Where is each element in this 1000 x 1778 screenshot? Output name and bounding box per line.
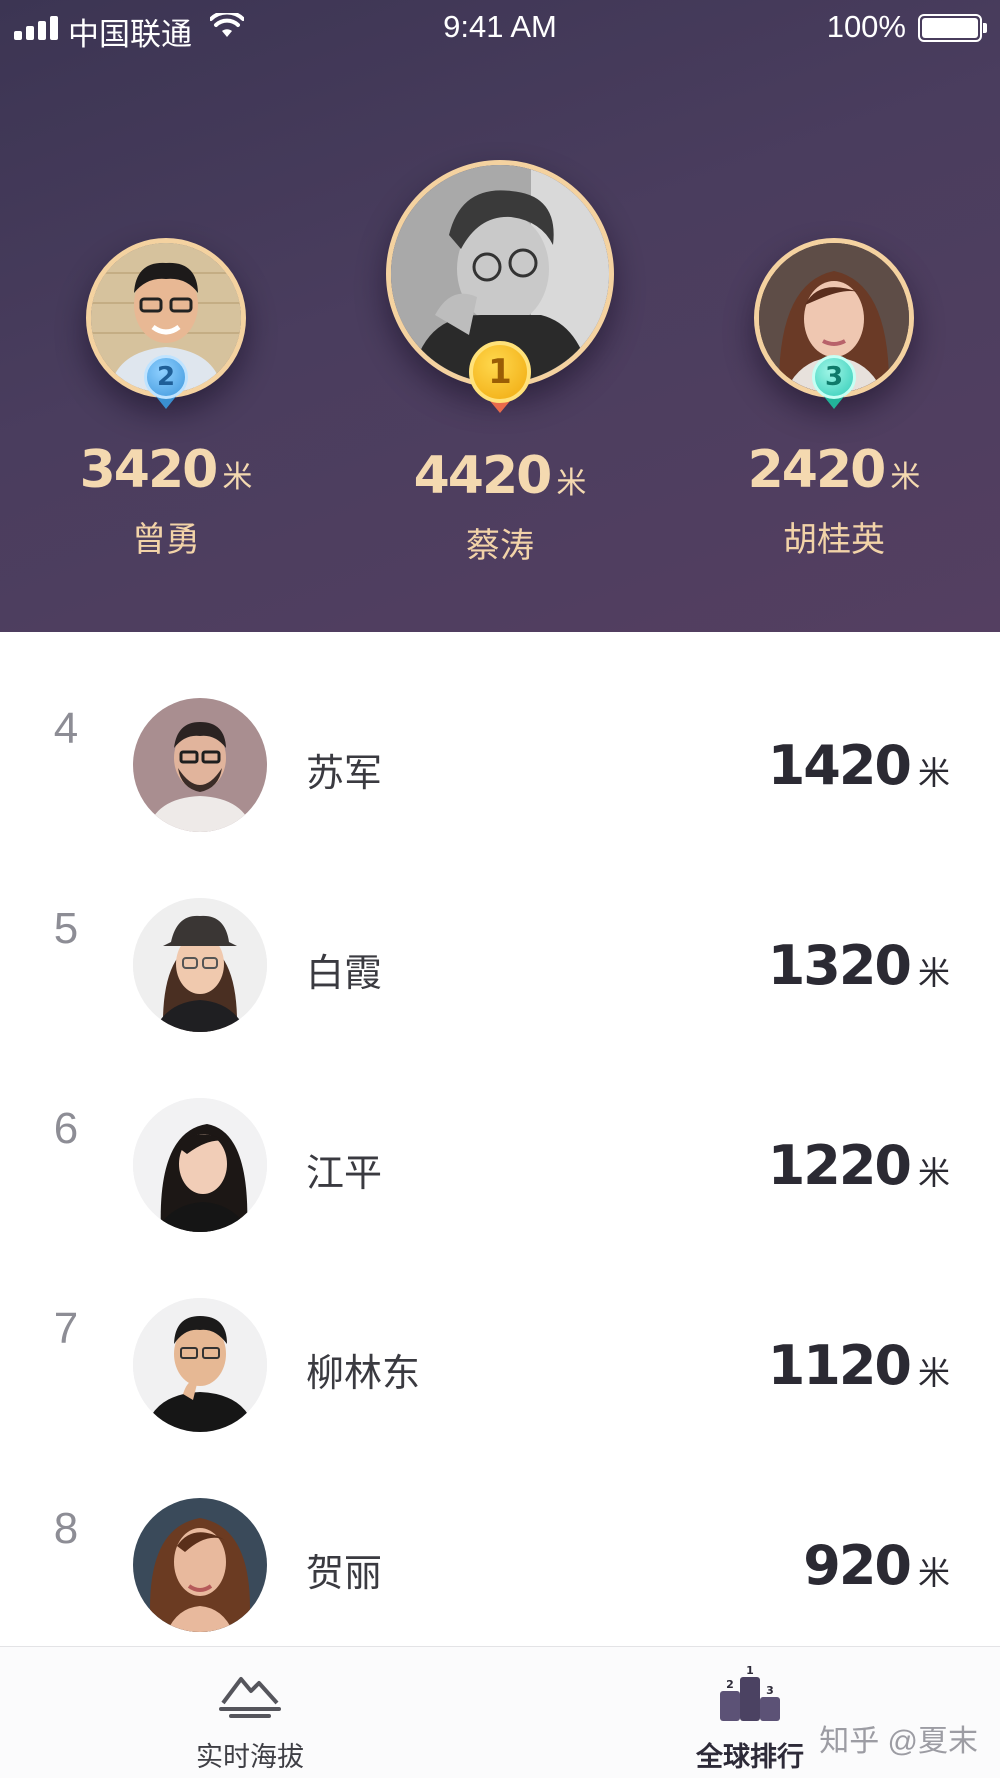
list-item[interactable]: 6 江平 1220 米 xyxy=(0,1032,1000,1232)
battery-icon xyxy=(918,14,987,42)
avatar xyxy=(133,1298,267,1432)
avatar: 1 xyxy=(386,160,614,413)
list-item[interactable]: 4 苏军 1420 米 xyxy=(0,632,1000,832)
list-item[interactable]: 8 贺丽 920 米 xyxy=(0,1432,1000,1632)
medal-second-icon: 2 xyxy=(144,355,188,409)
tab-label: 实时海拔 xyxy=(196,1742,304,1772)
player-name: 江平 xyxy=(306,1153,383,1195)
svg-text:3: 3 xyxy=(766,1684,774,1697)
rank-number: 6 xyxy=(53,1104,79,1153)
player-score: 1320 米 xyxy=(767,934,950,997)
avatar xyxy=(133,1498,267,1632)
player-name: 白霞 xyxy=(306,953,383,995)
svg-text:2: 2 xyxy=(726,1678,734,1691)
list-item[interactable]: 7 柳林东 1120 米 xyxy=(0,1232,1000,1432)
podium-third[interactable]: 3 2420 米 胡桂英 xyxy=(734,238,934,561)
avatar: 2 xyxy=(86,238,246,409)
status-bar: 中国联通 9:41 AM 100% xyxy=(0,0,1000,56)
podium-name: 胡桂英 xyxy=(783,521,885,559)
tab-realtime-altitude[interactable]: 实时海拔 xyxy=(130,1647,370,1778)
avatar: 3 xyxy=(754,238,914,409)
player-score: 920 米 xyxy=(803,1534,950,1597)
leaderboard-header: 中国联通 9:41 AM 100% 2 3420 米 曾勇 1 4420 米 蔡… xyxy=(0,0,1000,632)
medal-first-icon: 1 xyxy=(469,341,531,413)
svg-text:1: 1 xyxy=(746,1664,754,1677)
podium-icon: 1 2 3 xyxy=(720,1664,780,1721)
podium-score: 4420 米 xyxy=(413,446,587,506)
podium-name: 蔡涛 xyxy=(466,527,534,565)
player-name: 柳林东 xyxy=(306,1353,421,1395)
player-name: 贺丽 xyxy=(306,1553,383,1595)
player-score: 1120 米 xyxy=(767,1334,950,1397)
podium-name: 曾勇 xyxy=(132,521,200,559)
podium-score: 2420 米 xyxy=(747,440,921,500)
rank-number: 4 xyxy=(53,704,79,753)
medal-third-icon: 3 xyxy=(812,355,856,409)
player-score: 1220 米 xyxy=(767,1134,950,1197)
podium-score: 3420 米 xyxy=(79,440,253,500)
podium-first[interactable]: 1 4420 米 蔡涛 xyxy=(380,160,620,567)
player-score: 1420 米 xyxy=(767,734,950,797)
avatar xyxy=(133,698,267,832)
player-name: 苏军 xyxy=(306,753,383,795)
rank-number: 8 xyxy=(53,1504,79,1553)
list-item[interactable]: 5 白霞 1320 米 xyxy=(0,832,1000,1032)
avatar xyxy=(133,898,267,1032)
rank-number: 7 xyxy=(53,1304,79,1353)
avatar xyxy=(133,1098,267,1232)
podium-second[interactable]: 2 3420 米 曾勇 xyxy=(66,238,266,561)
battery-percentage: 100% xyxy=(826,9,906,44)
watermark: 知乎 @夏末 xyxy=(819,1725,978,1758)
mountain-icon xyxy=(219,1677,281,1718)
rank-number: 5 xyxy=(53,904,79,953)
